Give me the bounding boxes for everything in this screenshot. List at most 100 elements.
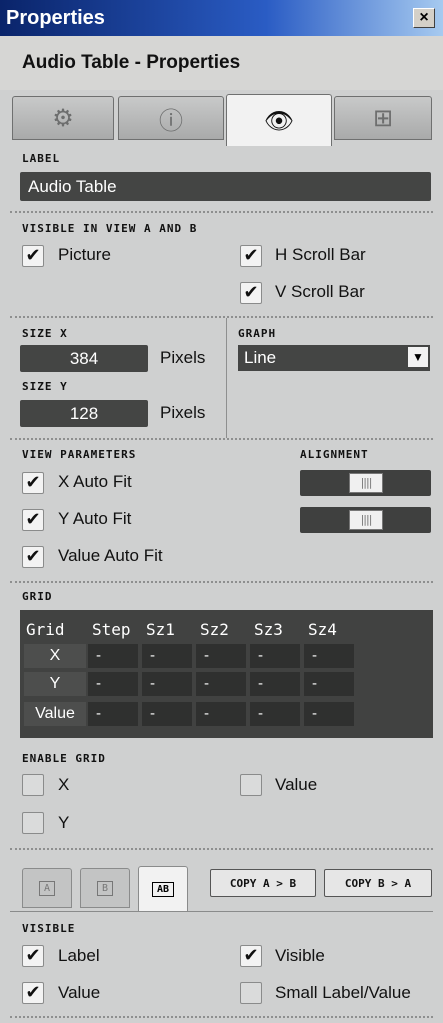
grid-x-checkbox[interactable]	[22, 774, 44, 796]
size-x-input[interactable]: 384	[20, 345, 148, 372]
v-scroll-label: V Scroll Bar	[275, 282, 365, 301]
picture-label: Picture	[58, 245, 111, 264]
structure-icon: ⊞	[372, 104, 394, 132]
alignment-y-slider[interactable]: ||||	[300, 507, 431, 533]
graph-select[interactable]: Line ▼	[238, 345, 430, 371]
gears-icon: ⚙	[52, 104, 74, 132]
tab-view[interactable]: 👁	[226, 94, 332, 146]
grid-cell[interactable]: -	[88, 702, 138, 726]
window-title: Properties	[6, 6, 105, 29]
grid-cell[interactable]: -	[142, 644, 192, 668]
window-titlebar: Properties ×	[0, 0, 443, 36]
grid-x-label: X	[58, 775, 70, 794]
tab-view-ab[interactable]: AB	[138, 866, 188, 912]
grid-row-label: X	[24, 644, 86, 668]
v-scroll-checkbox[interactable]: ✔	[240, 282, 262, 304]
panel-header: Audio Table - Properties	[0, 36, 443, 90]
value-auto-fit-checkbox[interactable]: ✔	[22, 546, 44, 568]
grid-y-checkbox[interactable]	[22, 812, 44, 834]
label-visible-label: Label	[58, 946, 100, 965]
divider	[10, 1016, 433, 1018]
divider	[10, 848, 433, 850]
grid-table: Grid Step Sz1 Sz2 Sz3 Sz4 X - - - - - Y …	[20, 610, 433, 738]
copy-a-to-b-button[interactable]: COPY A > B	[210, 869, 316, 897]
grid-cell[interactable]: -	[304, 672, 354, 696]
info-icon: ⓘ	[159, 106, 183, 135]
tab-connections[interactable]: ⊞	[334, 96, 432, 140]
value-auto-fit-label: Value Auto Fit	[58, 546, 163, 565]
grid-heading: GRID	[22, 590, 53, 603]
view-b-icon: B	[96, 880, 114, 896]
eye-icon: 👁	[263, 106, 295, 135]
grid-cell[interactable]: -	[88, 644, 138, 668]
size-x-unit: Pixels	[160, 348, 206, 367]
h-scroll-label: H Scroll Bar	[275, 245, 366, 264]
grid-cell[interactable]: -	[196, 672, 246, 696]
size-y-input[interactable]: 128	[20, 400, 148, 427]
close-button[interactable]: ×	[413, 8, 435, 28]
size-y-heading: SIZE Y	[22, 380, 68, 393]
view-a-icon: A	[38, 880, 56, 896]
label-heading: LABEL	[22, 152, 61, 165]
grid-row-label: Y	[24, 672, 86, 696]
alignment-x-slider[interactable]: ||||	[300, 470, 431, 496]
grid-cell[interactable]: -	[196, 702, 246, 726]
grid-cell[interactable]: -	[142, 672, 192, 696]
grid-cell[interactable]: -	[250, 672, 300, 696]
graph-heading: GRAPH	[238, 327, 277, 340]
value-visible-checkbox[interactable]: ✔	[22, 982, 44, 1004]
divider	[10, 581, 433, 583]
copy-b-to-a-button[interactable]: COPY B > A	[324, 869, 432, 897]
label-visible-checkbox[interactable]: ✔	[22, 945, 44, 967]
h-scroll-checkbox[interactable]: ✔	[240, 245, 262, 267]
tab-function[interactable]: ⚙	[12, 96, 114, 140]
visible-ab-heading: VISIBLE IN VIEW A AND B	[22, 222, 198, 235]
grid-cell[interactable]: -	[88, 672, 138, 696]
size-x-heading: SIZE X	[22, 327, 68, 340]
label-input[interactable]: Audio Table	[20, 172, 431, 201]
grid-cell[interactable]: -	[304, 702, 354, 726]
divider	[10, 316, 433, 318]
tab-view-b[interactable]: B	[80, 868, 130, 908]
grid-column-header: Sz1	[146, 620, 175, 639]
divider-vertical	[226, 318, 227, 438]
divider	[10, 438, 433, 440]
grid-cell[interactable]: -	[250, 644, 300, 668]
tab-baseline	[10, 911, 433, 912]
grid-column-header: Grid	[26, 620, 65, 639]
slider-thumb[interactable]: ||||	[349, 510, 383, 530]
alignment-heading: ALIGNMENT	[300, 448, 369, 461]
value-visible-label: Value	[58, 983, 101, 1002]
grid-column-header: Sz4	[308, 620, 337, 639]
view-params-heading: VIEW PARAMETERS	[22, 448, 137, 461]
visible-heading: VISIBLE	[22, 922, 76, 935]
grid-cell[interactable]: -	[304, 644, 354, 668]
enable-grid-heading: ENABLE GRID	[22, 752, 106, 765]
grid-column-header: Sz3	[254, 620, 283, 639]
chevron-down-icon[interactable]: ▼	[408, 347, 428, 367]
tab-view-a[interactable]: A	[22, 868, 72, 908]
slider-thumb[interactable]: ||||	[349, 473, 383, 493]
x-auto-fit-checkbox[interactable]: ✔	[22, 472, 44, 494]
x-auto-fit-label: X Auto Fit	[58, 472, 132, 491]
small-label-checkbox[interactable]	[240, 982, 262, 1004]
tab-info[interactable]: ⓘ	[118, 96, 224, 140]
grid-cell[interactable]: -	[142, 702, 192, 726]
panel-title: Audio Table - Properties	[22, 52, 241, 73]
grid-cell[interactable]: -	[196, 644, 246, 668]
y-auto-fit-label: Y Auto Fit	[58, 509, 132, 528]
y-auto-fit-checkbox[interactable]: ✔	[22, 509, 44, 531]
picture-checkbox[interactable]: ✔	[22, 245, 44, 267]
size-y-unit: Pixels	[160, 403, 206, 422]
grid-column-header: Step	[92, 620, 131, 639]
grid-value-label: Value	[275, 775, 318, 794]
visible-checkbox[interactable]: ✔	[240, 945, 262, 967]
divider	[10, 211, 433, 213]
property-tabs: ⚙ ⓘ 👁 ⊞	[0, 90, 443, 146]
grid-cell[interactable]: -	[250, 702, 300, 726]
visible-label: Visible	[275, 946, 325, 965]
grid-column-header: Sz2	[200, 620, 229, 639]
grid-value-checkbox[interactable]	[240, 774, 262, 796]
view-ab-icon: AB	[151, 881, 175, 897]
grid-y-label: Y	[58, 813, 70, 832]
